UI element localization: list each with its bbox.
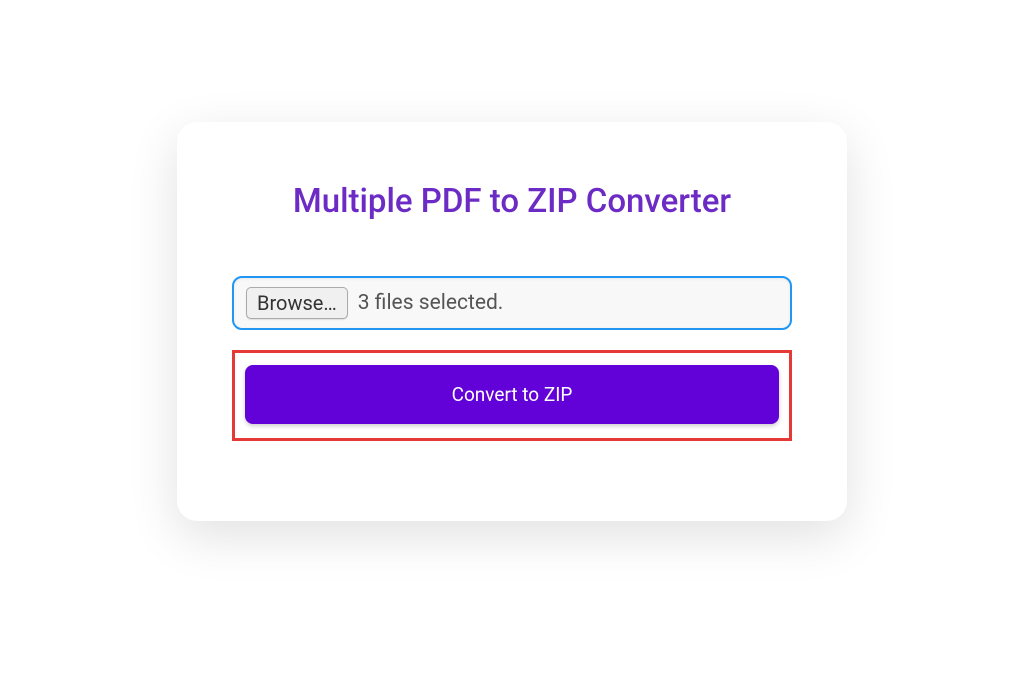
file-input-field[interactable]: Browse… 3 files selected.	[232, 276, 792, 330]
page-title: Multiple PDF to ZIP Converter	[232, 182, 792, 221]
browse-button[interactable]: Browse…	[246, 287, 348, 319]
convert-to-zip-button[interactable]: Convert to ZIP	[245, 365, 779, 424]
file-selection-status: 3 files selected.	[358, 291, 504, 315]
converter-card: Multiple PDF to ZIP Converter Browse… 3 …	[177, 122, 847, 521]
highlight-annotation: Convert to ZIP	[232, 350, 792, 441]
